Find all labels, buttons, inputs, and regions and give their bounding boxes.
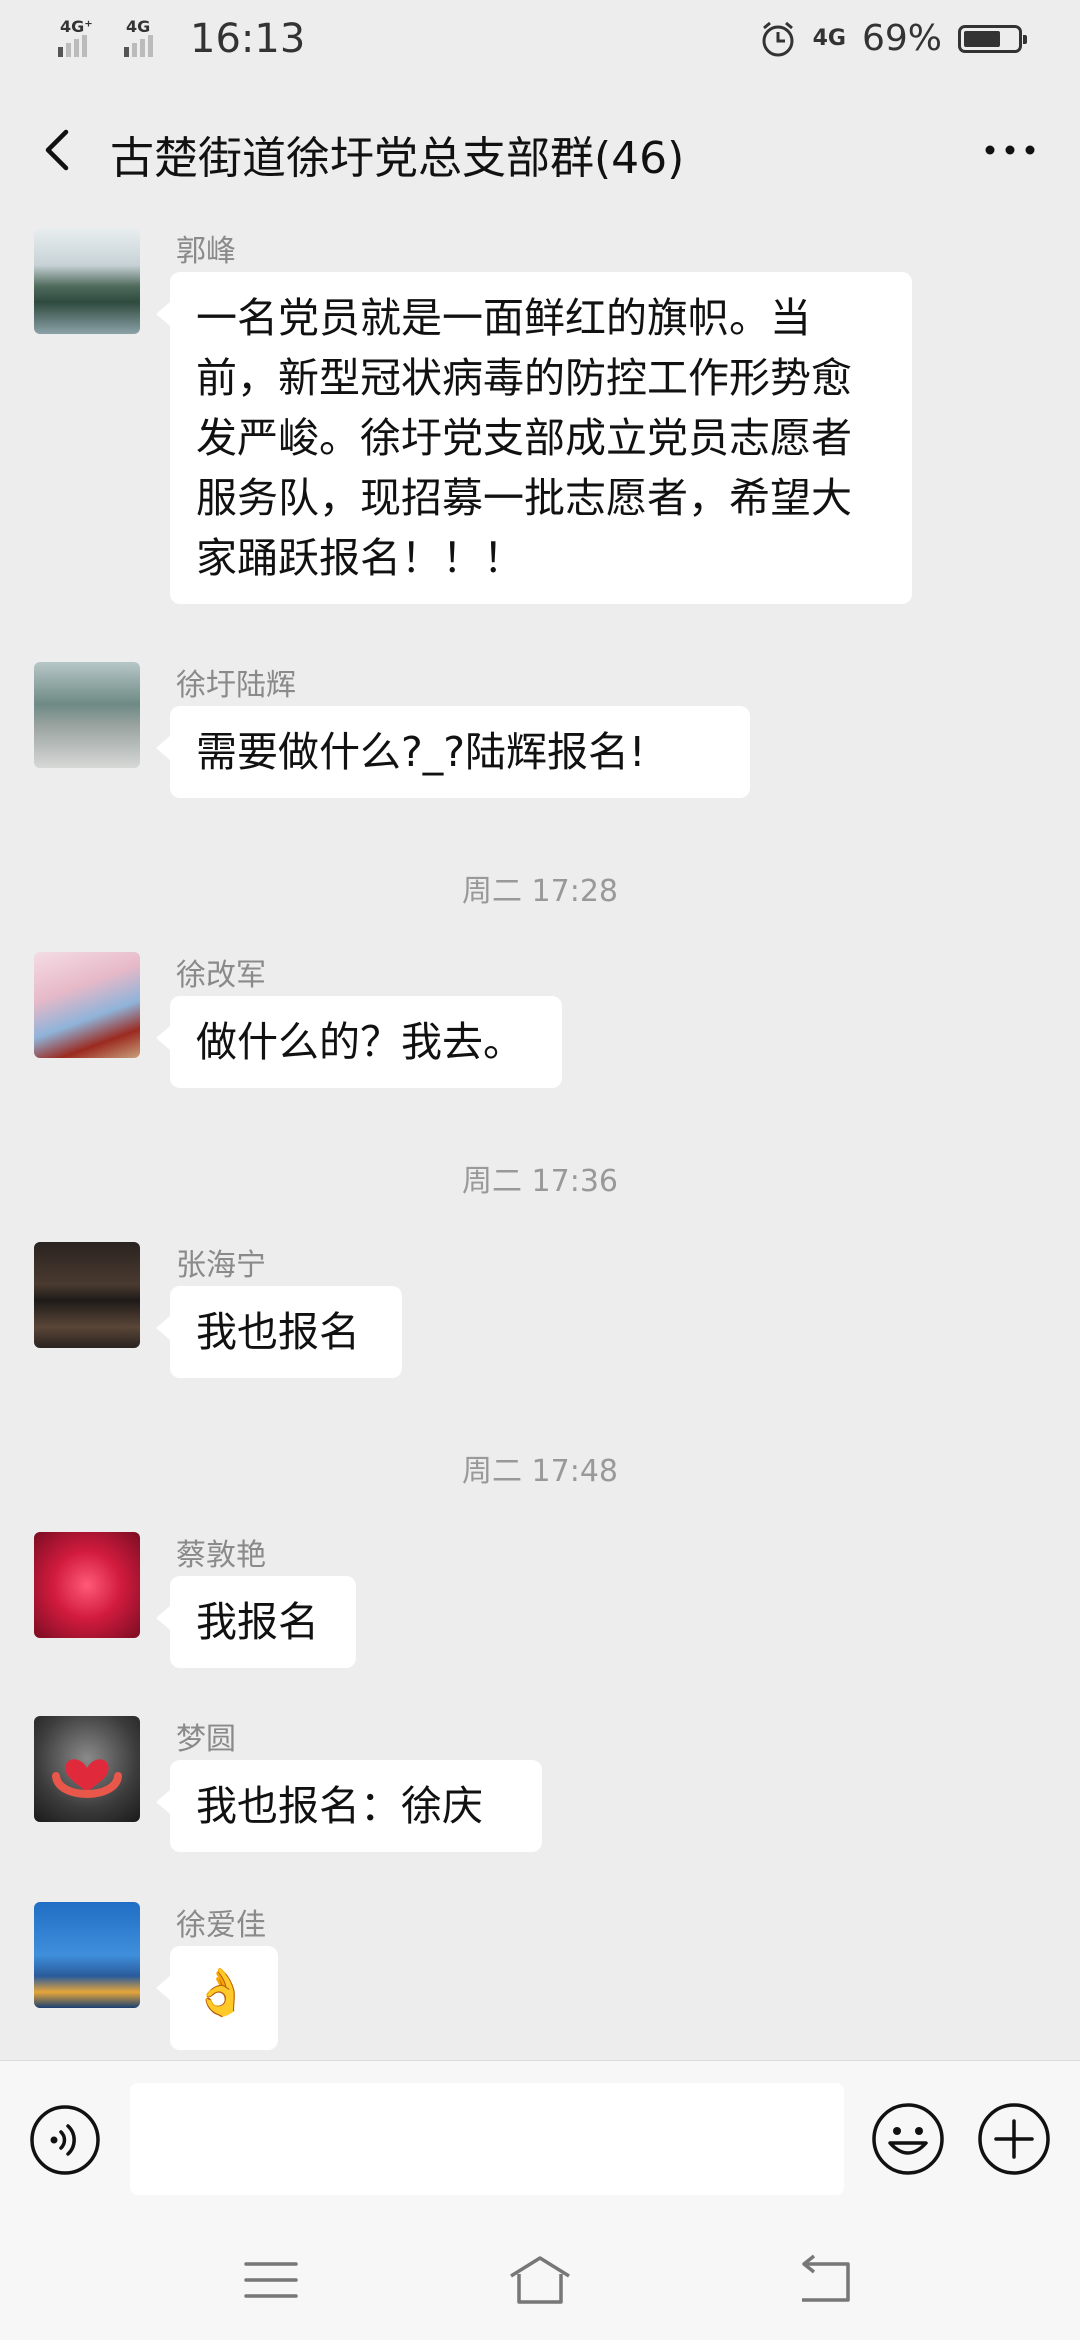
message-bubble[interactable]: 我报名 (156, 1576, 356, 1668)
avatar[interactable] (34, 1532, 140, 1638)
ok-emoji-bubble[interactable]: 👌 (156, 1946, 278, 2050)
sender-name: 郭峰 (176, 234, 236, 269)
return-icon[interactable] (790, 2250, 860, 2310)
status-bar: 4G⁺ 4G 16:13 4G 69% (0, 0, 1080, 80)
sender-name: 徐改军 (176, 958, 266, 993)
signal-icon: 4G⁺ (58, 17, 110, 59)
sender-name: 梦圆 (176, 1722, 236, 1757)
sender-name: 徐圩陆辉 (176, 668, 296, 703)
more-dots-icon[interactable] (980, 128, 1040, 172)
sender-name: 蔡敦艳 (176, 1538, 266, 1573)
emoji-icon[interactable] (870, 2101, 946, 2177)
timestamp-divider: 周二 17:28 (462, 874, 618, 909)
input-bar (0, 2060, 1080, 2221)
avatar[interactable] (34, 1716, 140, 1822)
chat-header: 古楚街道徐圩党总支部群(46) (0, 100, 1080, 200)
battery-icon (958, 24, 1027, 53)
avatar[interactable] (34, 228, 140, 334)
sender-name: 徐爱佳 (176, 1908, 266, 1943)
network-type: 4G (812, 26, 846, 51)
timestamp-divider: 周二 17:48 (462, 1454, 618, 1489)
clock: 16:13 (190, 16, 306, 62)
menu-icon[interactable] (236, 2250, 306, 2310)
message-bubble[interactable]: 一名党员就是一面鲜红的旗帜。当前，新型冠状病毒的防控工作形势愈发严峻。徐圩党支部… (156, 272, 912, 604)
signal-icon-2: 4G (124, 17, 176, 59)
timestamp-divider: 周二 17:36 (462, 1164, 618, 1199)
avatar[interactable] (34, 1902, 140, 2008)
back-arrow-icon[interactable] (30, 120, 90, 180)
avatar[interactable] (34, 662, 140, 768)
message-bubble[interactable]: 做什么的？我去。 (156, 996, 562, 1088)
alarm-icon (762, 21, 794, 56)
plus-icon[interactable] (976, 2101, 1052, 2177)
message-bubble[interactable]: 需要做什么?_?陆辉报名! (156, 706, 750, 798)
chat-title: 古楚街道徐圩党总支部群(46) (110, 133, 685, 184)
message-input[interactable] (130, 2083, 844, 2195)
avatar[interactable] (34, 1242, 140, 1348)
heart-icon (52, 1759, 122, 1798)
message-bubble[interactable]: 我也报名 (156, 1286, 402, 1378)
system-nav-bar (0, 2220, 1080, 2340)
avatar[interactable] (34, 952, 140, 1058)
home-icon[interactable] (505, 2250, 575, 2310)
voice-icon[interactable] (28, 2103, 102, 2177)
sender-name: 张海宁 (176, 1248, 266, 1283)
battery-percent: 69% (861, 18, 942, 59)
message-bubble[interactable]: 我也报名：徐庆 (156, 1760, 542, 1852)
